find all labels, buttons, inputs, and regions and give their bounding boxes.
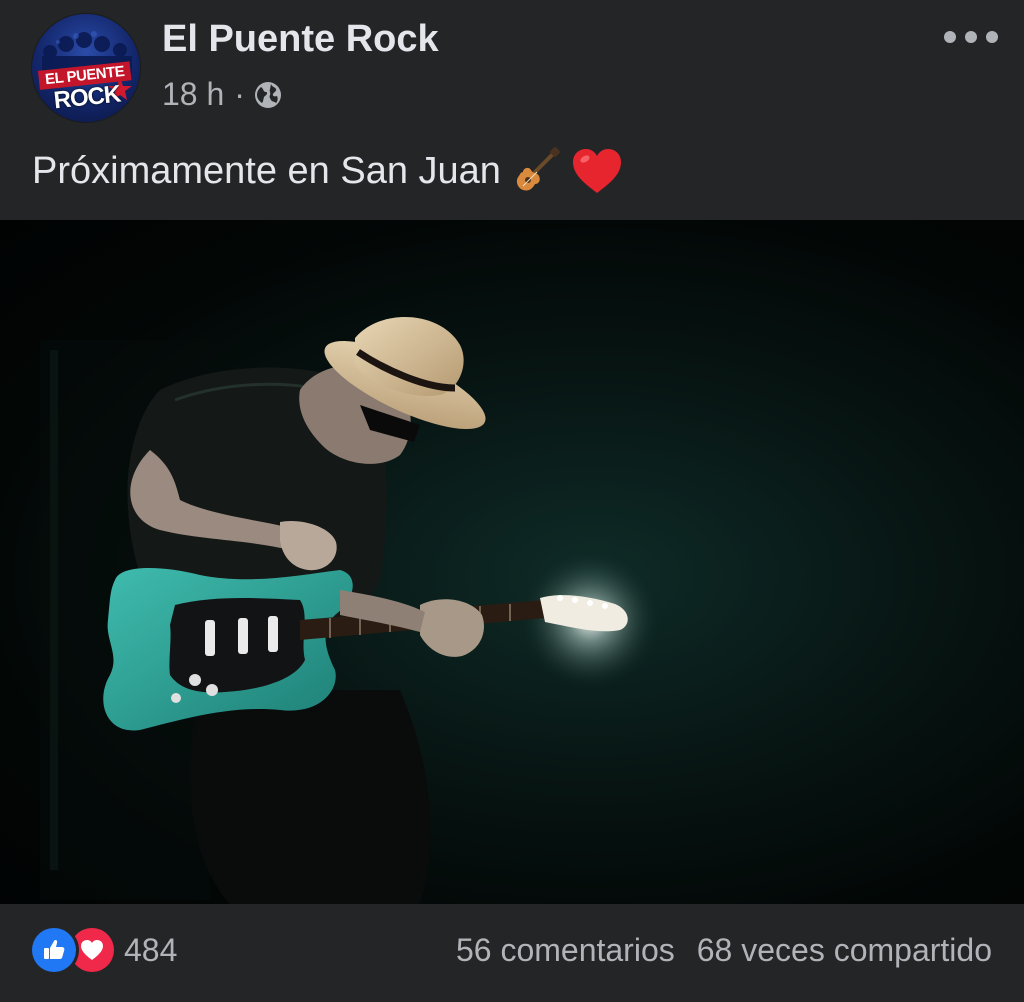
page-avatar[interactable]: EL PUENTE ROCK <box>32 14 140 122</box>
globe-icon[interactable] <box>253 80 283 110</box>
post-header: EL PUENTE ROCK El Puente Rock 18 h · <box>0 0 1024 130</box>
post-meta: 18 h · <box>162 76 283 113</box>
meta-separator: · <box>234 76 245 112</box>
post-time[interactable]: 18 h <box>162 76 224 113</box>
more-dot-icon <box>986 31 998 43</box>
shares-count-link[interactable]: 68 veces compartido <box>697 932 992 969</box>
love-icon <box>70 928 114 972</box>
like-icon <box>32 928 76 972</box>
avatar-logo: EL PUENTE ROCK <box>37 61 134 114</box>
thumbs-up-icon <box>44 939 65 959</box>
post-text: Próximamente en San Juan <box>32 146 623 196</box>
reactions-summary[interactable]: 484 <box>32 928 177 972</box>
heart-icon <box>81 940 103 960</box>
post-footer: 484 56 comentarios 68 veces compartido <box>0 904 1024 1002</box>
comments-count-link[interactable]: 56 comentarios <box>456 932 675 969</box>
guitarist-photo <box>40 317 660 904</box>
more-dot-icon <box>944 31 956 43</box>
facebook-post: EL PUENTE ROCK El Puente Rock 18 h · Pró… <box>0 0 1024 1002</box>
page-name[interactable]: El Puente Rock <box>162 18 439 61</box>
more-options-button[interactable] <box>944 22 998 52</box>
red-heart-emoji <box>572 149 621 193</box>
post-stats: 56 comentarios 68 veces compartido <box>456 932 992 969</box>
guitar-emoji <box>516 147 560 191</box>
more-dot-icon <box>965 31 977 43</box>
reaction-count: 484 <box>124 931 178 968</box>
post-message: Próximamente en San Juan <box>32 149 501 192</box>
post-photo[interactable] <box>0 220 1024 904</box>
